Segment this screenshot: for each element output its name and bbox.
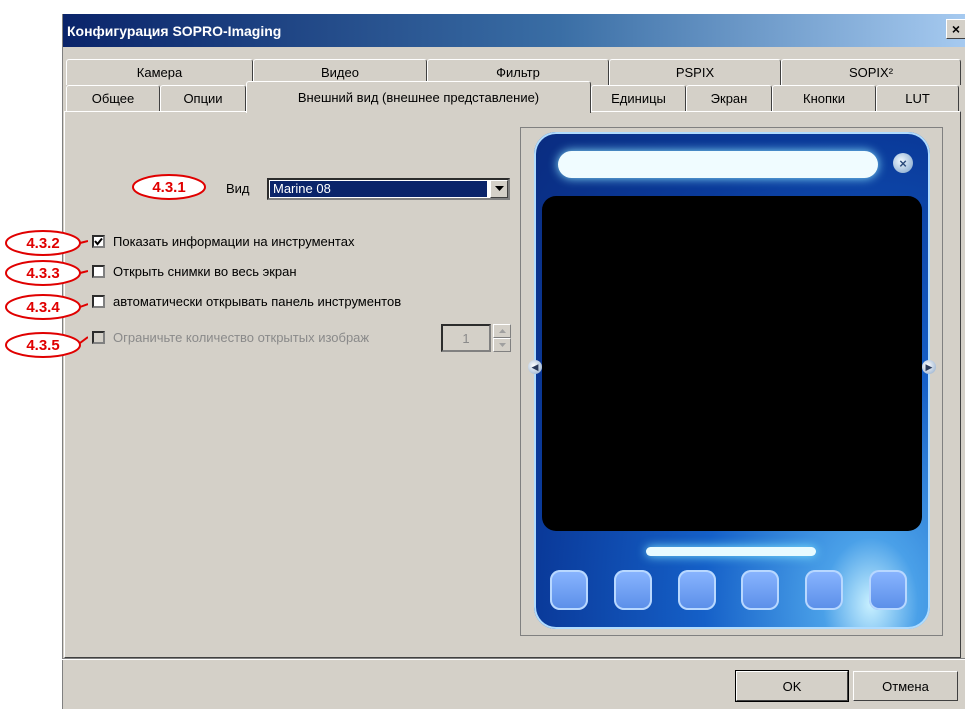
cancel-button[interactable]: Отмена — [853, 671, 958, 701]
callout-label: 4.3.1 — [152, 179, 185, 196]
option-label: Открыть снимки во весь экран — [113, 264, 297, 279]
ok-button[interactable]: OK — [735, 670, 849, 702]
tab-pspix[interactable]: PSPIX — [609, 59, 781, 85]
tab-units[interactable]: Единицы — [591, 85, 686, 111]
chevron-left-icon: ◀ — [528, 360, 542, 374]
title-bar: Конфигурация SOPRO-Imaging × — [63, 14, 965, 47]
skin-button — [614, 570, 652, 610]
option-label: Ограничьте количество открытых изображ — [113, 330, 370, 345]
tab-label: Кнопки — [803, 91, 845, 106]
tab-label: LUT — [905, 91, 930, 106]
tab-appearance[interactable]: Внешний вид (внешнее представление) — [246, 81, 591, 113]
tab-label: Видео — [321, 65, 359, 80]
option-show-tool-info[interactable]: Показать информации на инструментах — [92, 234, 354, 249]
tab-label: Внешний вид (внешнее представление) — [297, 90, 540, 105]
close-icon: × — [951, 21, 961, 37]
spinner-up-button — [493, 324, 511, 338]
option-label: Показать информации на инструментах — [113, 234, 355, 249]
button-separator — [62, 658, 965, 660]
tab-label: Опции — [183, 91, 223, 106]
view-select-value: Marine 08 — [270, 181, 487, 197]
tab-label: Общее — [91, 91, 135, 106]
callout-label: 4.3.3 — [26, 265, 59, 282]
skin-preview: × ◀ ▶ — [528, 132, 936, 629]
close-button[interactable]: × — [946, 19, 965, 39]
tab-label: Фильтр — [496, 65, 540, 80]
check-icon — [94, 237, 103, 246]
option-auto-open-toolbar[interactable]: автоматически открывать панель инструмен… — [92, 294, 401, 309]
checkbox[interactable] — [92, 235, 105, 248]
skin-button — [678, 570, 716, 610]
skin-button — [741, 570, 779, 610]
skin-button — [805, 570, 843, 610]
tab-label: Экран — [710, 91, 748, 106]
tab-lut[interactable]: LUT — [876, 85, 959, 111]
skin-image-area — [542, 196, 922, 531]
close-icon: × — [893, 153, 913, 173]
callout-label: 4.3.5 — [26, 337, 59, 354]
image-limit-spinner: 1 — [441, 324, 511, 352]
tab-label: Камера — [136, 65, 183, 80]
callout-4-3-1: 4.3.1 — [132, 174, 206, 200]
checkbox — [92, 331, 105, 344]
tab-camera[interactable]: Камера — [66, 59, 253, 85]
window-title: Конфигурация SOPRO-Imaging — [67, 22, 282, 39]
option-label: автоматически открывать панель инструмен… — [113, 294, 402, 309]
callout-label: 4.3.2 — [26, 235, 59, 252]
view-label: Вид — [226, 181, 250, 196]
tab-buttons[interactable]: Кнопки — [772, 85, 876, 111]
spinner-down-button — [493, 338, 511, 352]
option-limit-open-images: Ограничьте количество открытых изображ — [92, 330, 369, 345]
tab-general[interactable]: Общее — [66, 85, 160, 111]
tab-screen[interactable]: Экран — [686, 85, 772, 111]
tab-label: SOPIX² — [848, 65, 894, 80]
tab-label: PSPIX — [675, 65, 715, 80]
ok-button-label: OK — [782, 678, 802, 694]
skin-title-bar — [558, 151, 878, 178]
view-select[interactable]: Marine 08 — [267, 178, 510, 200]
chevron-up-icon — [498, 329, 506, 333]
skin-progress-bar — [646, 547, 816, 556]
option-fullscreen-images[interactable]: Открыть снимки во весь экран — [92, 264, 297, 279]
callout-4-3-4: 4.3.4 — [5, 294, 88, 320]
spinner-value: 1 — [441, 324, 491, 352]
cancel-button-label: Отмена — [882, 678, 929, 694]
callout-4-3-3: 4.3.3 — [5, 260, 88, 286]
callout-label: 4.3.4 — [26, 299, 60, 316]
skin-button — [550, 570, 588, 610]
callout-4-3-2: 4.3.2 — [5, 230, 88, 256]
tab-sopix2[interactable]: SOPIX² — [781, 59, 961, 85]
checkbox[interactable] — [92, 295, 105, 308]
tab-options[interactable]: Опции — [160, 85, 246, 111]
chevron-down-icon[interactable] — [490, 180, 508, 198]
tab-label: Единицы — [611, 91, 666, 106]
skin-button — [869, 570, 907, 610]
chevron-down-icon — [498, 343, 506, 347]
checkbox[interactable] — [92, 265, 105, 278]
callout-4-3-5: 4.3.5 — [5, 332, 88, 358]
chevron-right-icon: ▶ — [922, 360, 936, 374]
